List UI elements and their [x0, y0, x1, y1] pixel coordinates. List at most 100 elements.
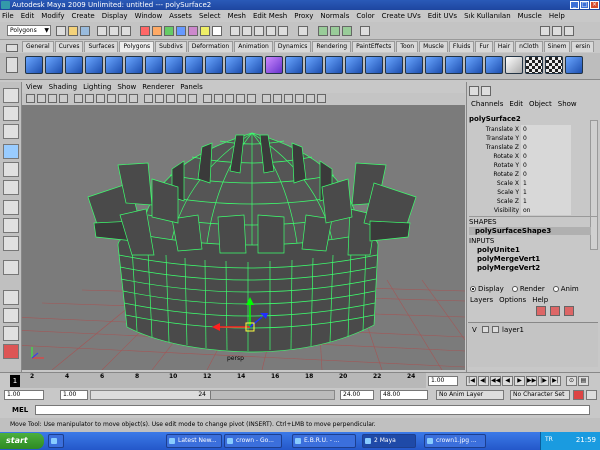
close-button[interactable]: ×	[590, 1, 599, 9]
animation-start-field[interactable]: 1.00	[4, 390, 44, 400]
poly-cube-icon[interactable]	[45, 56, 63, 74]
mel-command-input[interactable]	[35, 405, 590, 415]
snap-view-plane-icon[interactable]	[266, 26, 276, 36]
shelf-tab-surfaces[interactable]: Surfaces	[84, 41, 119, 52]
shelf-options-icon[interactable]	[6, 44, 18, 52]
xray-joints-icon[interactable]	[306, 94, 315, 103]
poly-torus-icon[interactable]	[125, 56, 143, 74]
shelf-tab-ncloth[interactable]: nCloth	[515, 41, 543, 52]
menu-muscle[interactable]: Muscle	[518, 10, 542, 22]
shelf-tab-curves[interactable]: Curves	[54, 41, 84, 52]
perspective-viewport[interactable]: persp	[22, 105, 465, 370]
panel-menu-shading[interactable]: Shading	[49, 82, 77, 93]
menu-select[interactable]: Select	[199, 10, 221, 22]
show-tool-settings-icon[interactable]	[552, 26, 562, 36]
high-quality-icon[interactable]	[273, 94, 282, 103]
taskbar-item[interactable]: crown1.jpg ...	[424, 434, 486, 448]
snap-point-icon[interactable]	[254, 26, 264, 36]
menu-edit-uvs[interactable]: Edit UVs	[428, 10, 457, 22]
attr-row[interactable]: Translate Z0	[469, 143, 597, 152]
crease-tool-icon[interactable]	[565, 56, 583, 74]
shelf-tab-deformation[interactable]: Deformation	[187, 41, 234, 52]
layer-row[interactable]: V layer1	[470, 325, 596, 335]
cb-menu-channels[interactable]: Channels	[471, 100, 503, 108]
soft-modification-icon[interactable]	[3, 218, 19, 233]
animation-preferences-icon[interactable]: ▤	[578, 376, 589, 386]
lights-all-icon[interactable]	[236, 94, 245, 103]
separate-icon[interactable]	[265, 56, 283, 74]
lights-default-icon[interactable]	[225, 94, 234, 103]
play-backwards-icon[interactable]: ◀	[502, 376, 513, 386]
paint-select-tool-icon[interactable]	[3, 124, 19, 139]
layer-playback-toggle[interactable]	[482, 326, 489, 333]
character-set-options-icon[interactable]	[586, 390, 597, 400]
poly-plane-icon[interactable]	[105, 56, 123, 74]
shape-node-name[interactable]: polySurfaceShape3	[469, 227, 591, 235]
poly-pipe-icon[interactable]	[185, 56, 203, 74]
character-set-dropdown[interactable]: No Character Set	[510, 390, 570, 400]
new-scene-icon[interactable]	[56, 26, 66, 36]
poly-cone-icon[interactable]	[85, 56, 103, 74]
menu-window[interactable]: Window	[135, 10, 163, 22]
menu-favorites[interactable]: Sık Kullanılan	[464, 10, 511, 22]
poly-pyramid-icon[interactable]	[165, 56, 183, 74]
isolate-select-icon[interactable]	[284, 94, 293, 103]
cb-menu-object[interactable]: Object	[529, 100, 552, 108]
render-settings-icon[interactable]	[342, 26, 352, 36]
quick-launch-icon[interactable]	[48, 434, 64, 448]
select-tool-icon[interactable]	[3, 88, 19, 103]
triangulate-icon[interactable]	[465, 56, 483, 74]
menu-edit-mesh[interactable]: Edit Mesh	[253, 10, 287, 22]
layer-editor-toggle-icon[interactable]	[481, 86, 491, 96]
poly-prism-icon[interactable]	[145, 56, 163, 74]
shelf-tab-painteffects[interactable]: PaintEffects	[352, 41, 396, 52]
layer-menu-help[interactable]: Help	[532, 296, 548, 304]
mask-surfaces-icon[interactable]	[176, 26, 186, 36]
menu-create-uvs[interactable]: Create UVs	[382, 10, 421, 22]
snap-grid-icon[interactable]	[230, 26, 240, 36]
universal-manipulator-icon[interactable]	[3, 200, 19, 215]
playback-start-field[interactable]: 1.00	[60, 390, 88, 400]
attr-value[interactable]: 1	[521, 188, 571, 197]
playback-end-field[interactable]: 24.00	[340, 390, 374, 400]
select-object-icon[interactable]	[109, 26, 119, 36]
current-frame-marker[interactable]: 1	[10, 375, 20, 387]
auto-key-icon[interactable]: ⊙	[566, 376, 577, 386]
grid-toggle-icon[interactable]	[74, 94, 83, 103]
new-layer-icon[interactable]	[536, 306, 546, 316]
attr-row[interactable]: Scale Y1	[469, 188, 597, 197]
selected-object-name[interactable]: polySurface2	[469, 115, 597, 123]
select-hierarchy-icon[interactable]	[97, 26, 107, 36]
attr-row[interactable]: Rotate X0	[469, 152, 597, 161]
attr-value[interactable]: 0	[521, 134, 571, 143]
history-icon[interactable]	[298, 26, 308, 36]
step-back-key-icon[interactable]: ◀◀	[490, 376, 501, 386]
time-slider-track[interactable]: 2 4 6 8 10 12 14 16 18 20 22 24	[10, 373, 426, 389]
new-layer-selected-icon[interactable]	[550, 306, 560, 316]
reduce-icon[interactable]	[445, 56, 463, 74]
cb-menu-show[interactable]: Show	[558, 100, 577, 108]
menu-normals[interactable]: Normals	[320, 10, 349, 22]
shelf-tab-rendering[interactable]: Rendering	[312, 41, 352, 52]
step-forward-key-icon[interactable]: ▶▶	[526, 376, 537, 386]
checker-map-icon[interactable]	[525, 56, 543, 74]
layer-visibility[interactable]: V	[472, 325, 477, 335]
radio-render[interactable]: Render	[511, 285, 545, 293]
save-scene-icon[interactable]	[80, 26, 90, 36]
layout-graph-editor-icon[interactable]	[3, 344, 19, 359]
smooth-shade-icon[interactable]	[155, 94, 164, 103]
menu-file[interactable]: File	[2, 10, 14, 22]
input-field-toggle-icon[interactable]	[360, 26, 370, 36]
attr-row[interactable]: Translate X0	[469, 125, 597, 134]
attr-value[interactable]: on	[521, 206, 571, 215]
gate-mask-icon[interactable]	[107, 94, 116, 103]
anim-layer-dropdown[interactable]: No Anim Layer	[436, 390, 504, 400]
wireframe-icon[interactable]	[144, 94, 153, 103]
menu-display[interactable]: Display	[102, 10, 128, 22]
layer-options-icon[interactable]	[564, 306, 574, 316]
radio-display[interactable]: Display	[470, 285, 504, 293]
menu-assets[interactable]: Assets	[169, 10, 192, 22]
layer-color-swatch[interactable]	[492, 326, 499, 333]
key-icon[interactable]	[573, 390, 584, 400]
panel-menu-show[interactable]: Show	[117, 82, 136, 93]
